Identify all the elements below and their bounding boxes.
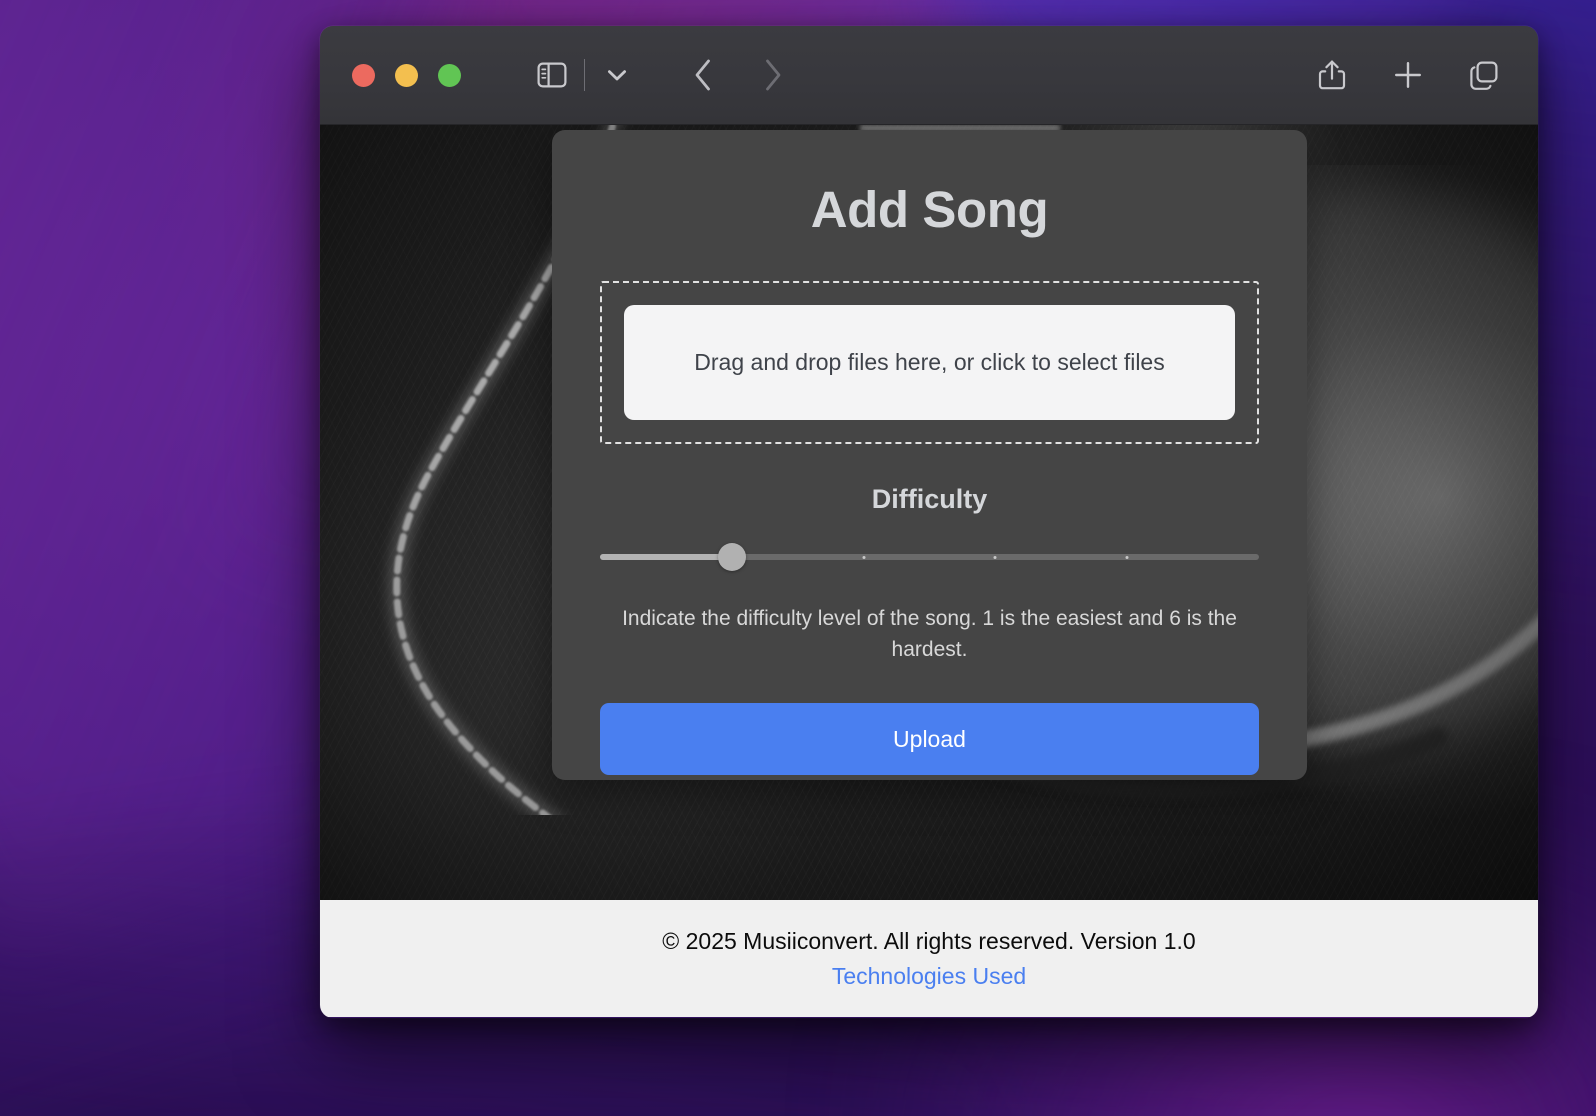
- page-footer: © 2025 Musiiconvert. All rights reserved…: [320, 900, 1538, 1017]
- share-icon: [1318, 59, 1346, 91]
- browser-window: Add Song Drag and drop files here, or cl…: [320, 26, 1538, 1018]
- traffic-light-group: [352, 63, 461, 87]
- close-button[interactable]: [352, 63, 375, 87]
- technologies-used-link[interactable]: Technologies Used: [832, 963, 1026, 990]
- tab-overview-icon: [1469, 60, 1499, 90]
- back-button[interactable]: [677, 49, 729, 101]
- difficulty-help-text: Indicate the difficulty level of the son…: [622, 607, 1237, 661]
- upload-button[interactable]: Upload: [600, 703, 1259, 775]
- maximize-button[interactable]: [438, 63, 461, 87]
- share-button[interactable]: [1306, 49, 1358, 101]
- sidebar-toggle-button[interactable]: [526, 49, 578, 101]
- file-dropzone-inner[interactable]: Drag and drop files here, or click to se…: [624, 305, 1235, 420]
- web-content-area: Add Song Drag and drop files here, or cl…: [320, 125, 1538, 900]
- file-dropzone[interactable]: Drag and drop files here, or click to se…: [600, 281, 1259, 444]
- difficulty-heading: Difficulty: [871, 484, 988, 514]
- difficulty-slider-tick: [993, 555, 997, 559]
- footer-copyright: © 2025 Musiiconvert. All rights reserved…: [662, 927, 1196, 954]
- difficulty-slider-tick: [1125, 555, 1129, 559]
- sidebar-dropdown-button[interactable]: [591, 49, 643, 101]
- page-title: Add Song: [810, 181, 1049, 238]
- chevron-left-icon: [692, 58, 714, 92]
- forward-button[interactable]: [747, 49, 799, 101]
- difficulty-slider-tick: [862, 555, 866, 559]
- plus-icon: [1393, 60, 1423, 90]
- toolbar-right-controls: [1306, 49, 1510, 101]
- sidebar-controls: [526, 49, 643, 101]
- minimize-button[interactable]: [395, 63, 418, 87]
- tab-overview-button[interactable]: [1458, 49, 1510, 101]
- new-tab-button[interactable]: [1382, 49, 1434, 101]
- toolbar-separator: [584, 59, 585, 91]
- add-song-modal: Add Song Drag and drop files here, or cl…: [552, 130, 1307, 780]
- difficulty-slider-fill: [600, 554, 732, 560]
- chevron-down-icon: [607, 69, 627, 82]
- chevron-right-icon: [762, 58, 784, 92]
- difficulty-slider-thumb[interactable]: [717, 543, 746, 571]
- file-dropzone-label: Drag and drop files here, or click to se…: [694, 349, 1165, 375]
- window-titlebar: [320, 26, 1538, 125]
- sidebar-icon: [537, 62, 567, 88]
- navigation-controls: [677, 49, 799, 101]
- difficulty-slider[interactable]: [600, 543, 1259, 571]
